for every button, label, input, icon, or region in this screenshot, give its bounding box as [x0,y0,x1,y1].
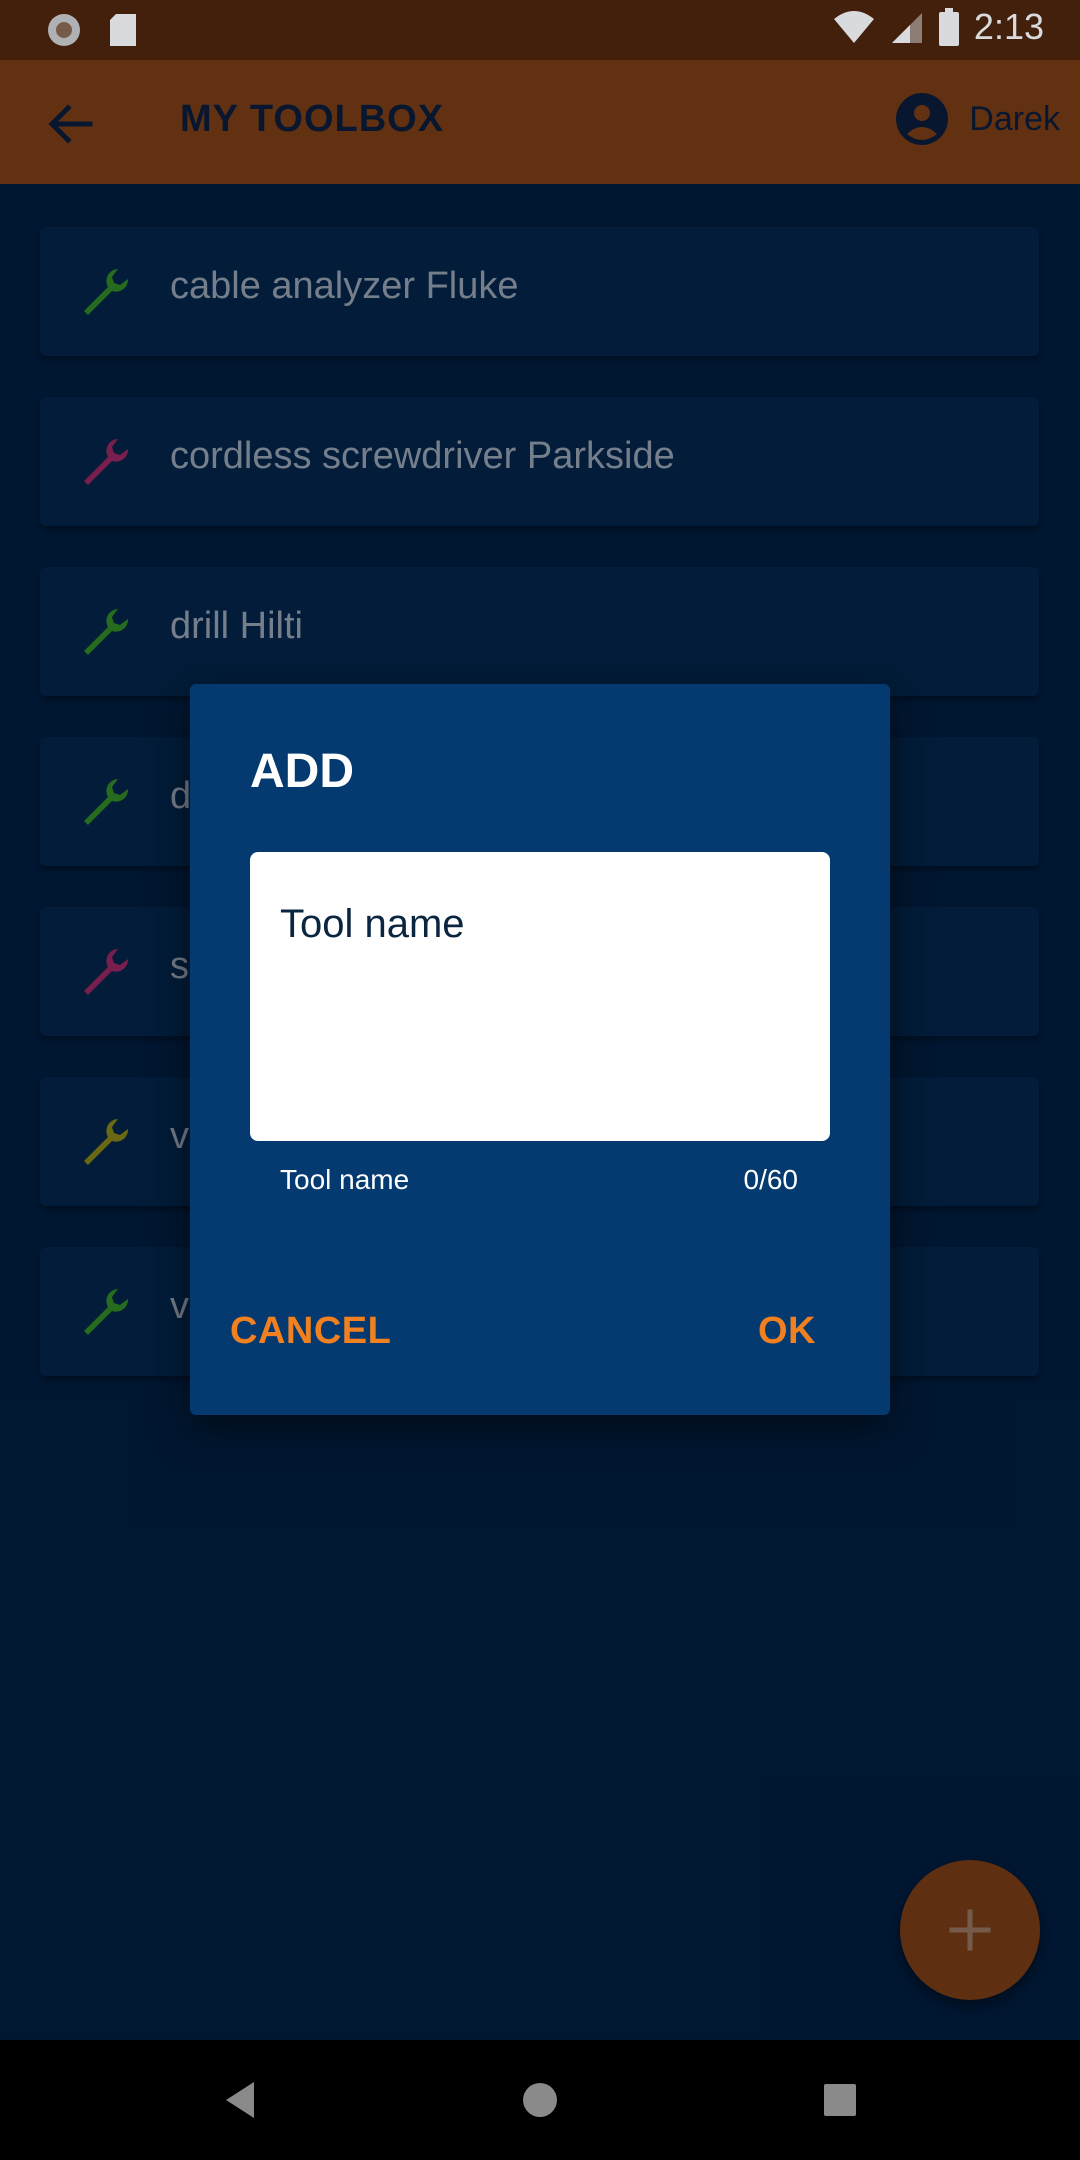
tool-name-input-text: Tool name [280,902,465,946]
tool-name-input[interactable]: Tool name [250,852,830,1141]
ok-button[interactable]: OK [758,1310,816,1353]
nav-recents-icon[interactable] [810,2070,870,2130]
input-helper-text: Tool name [280,1164,410,1195]
add-tool-dialog: ADD Tool name Tool name 0/60 CANCEL OK [190,684,890,1415]
nav-back-icon[interactable] [210,2070,270,2130]
dialog-title: ADD [250,745,354,798]
system-nav-bar [0,2040,1080,2160]
cancel-button[interactable]: CANCEL [230,1310,391,1353]
character-counter: 0/60 [743,1164,799,1195]
nav-home-icon[interactable] [510,2070,570,2130]
